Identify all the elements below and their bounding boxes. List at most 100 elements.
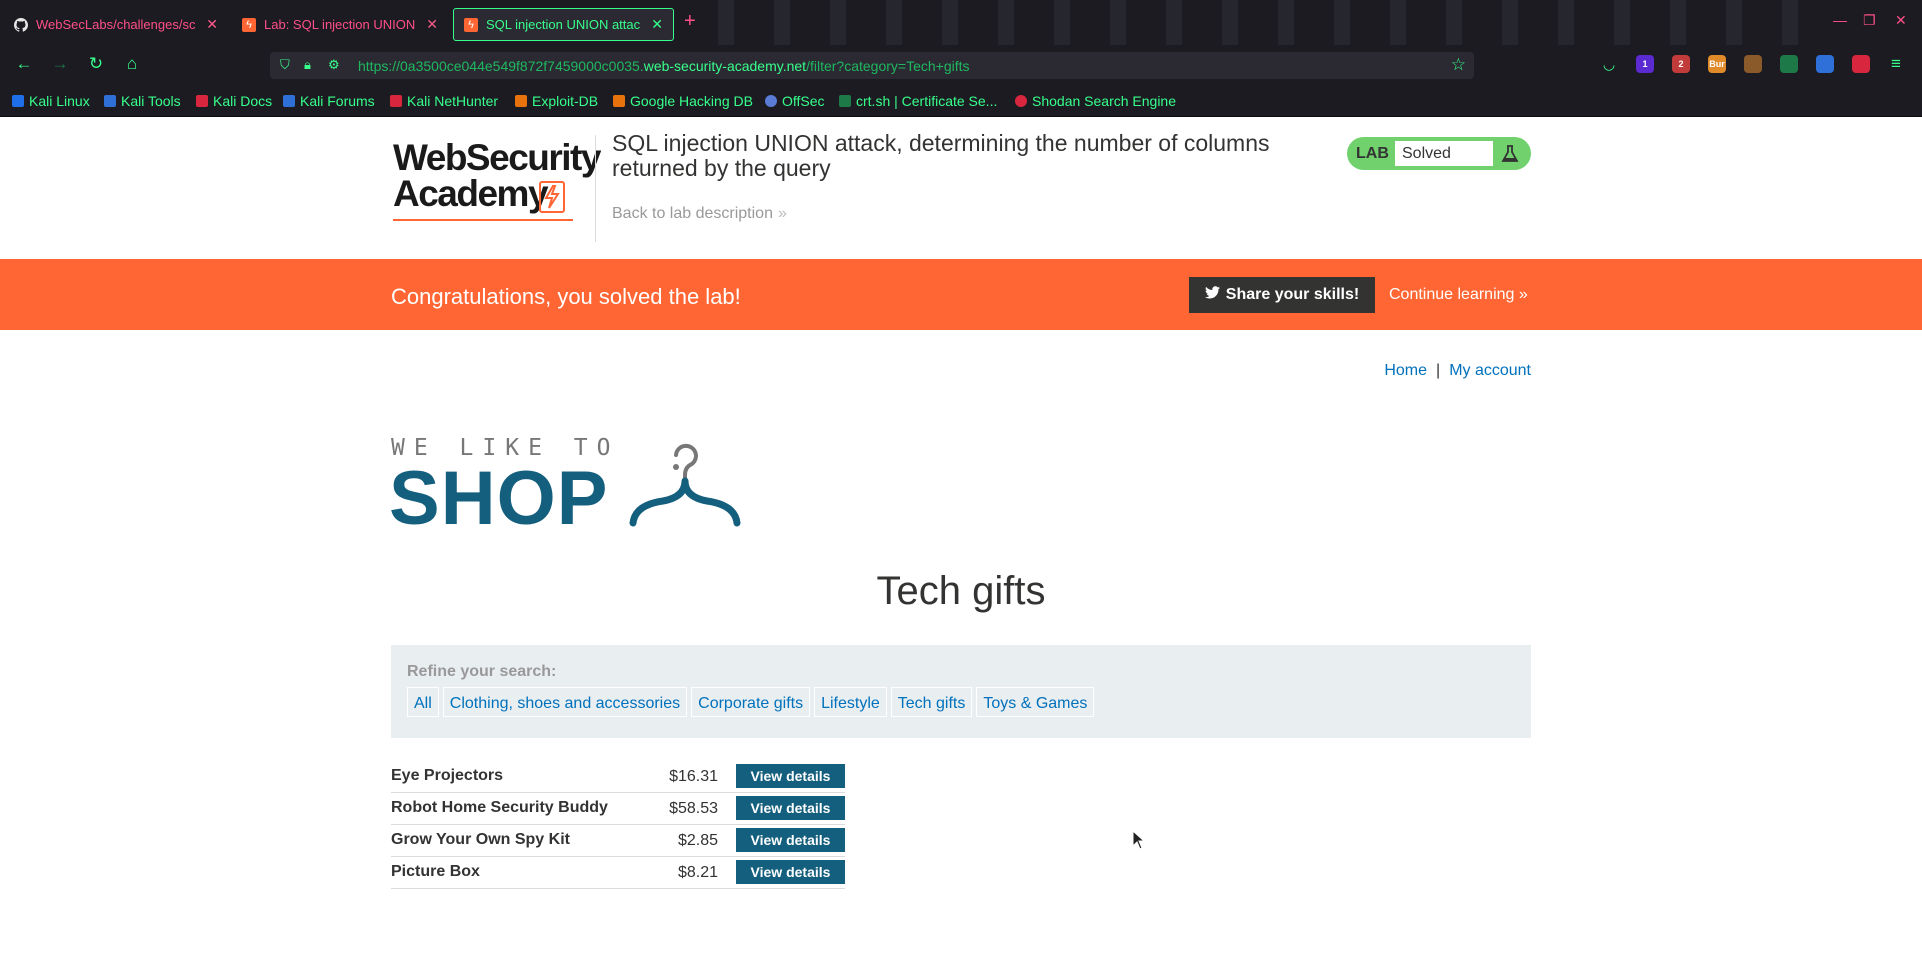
back-link-label: Back to lab description [612,205,773,222]
bookmark-label: Kali Tools [121,93,181,109]
wappalyzer-icon[interactable] [1780,55,1798,73]
bookmark-exploit-db[interactable]: Exploit-DB [515,93,598,109]
bookmark-star-icon[interactable]: ☆ [1451,55,1466,75]
back-arrow-icon[interactable]: ← [14,54,34,74]
category-filters: All Clothing, shoes and accessories Corp… [407,687,1095,717]
product-price: $8.21 [677,864,718,881]
bookmark-label: Kali Docs [213,93,273,109]
filter-corporate-gifts[interactable]: Corporate gifts [691,687,811,717]
bookmark-label: Kali Forums [300,93,375,109]
pocket-icon[interactable]: ◡ [1600,55,1618,73]
logo-line-2: Academy [393,173,549,214]
product-name: Robot Home Security Buddy [391,799,608,816]
filter-clothing[interactable]: Clothing, shoes and accessories [442,687,688,717]
burp-extension-icon[interactable]: Bur [1708,55,1726,73]
view-details-button[interactable]: View details [736,860,845,884]
view-details-button[interactable]: View details [736,764,845,788]
bookmark-crtsh[interactable]: crt.sh | Certificate Se... [839,93,997,109]
home-link[interactable]: Home [1384,362,1427,379]
flask-icon [1499,143,1521,165]
table-row: Eye Projectors $16.31 View details [391,761,845,793]
we-like-to-shop-logo[interactable]: WE LIKE TO SHOP [389,435,751,537]
lightning-icon [539,181,565,213]
extension-badge-2[interactable]: 2 [1672,55,1690,73]
product-name: Eye Projectors [391,767,504,784]
shodan-icon [1015,95,1027,107]
browser-navbar: ← → ↻ ⌂ ⛉ 🔒︎ ⚙ https://0a3500ce044e549f8… [0,45,1922,85]
minimize-icon[interactable]: — [1833,12,1847,28]
menu-icon[interactable]: ≡ [1886,54,1906,74]
close-window-icon[interactable]: ✕ [1895,12,1907,29]
bookmark-kali-forums[interactable]: Kali Forums [283,93,375,109]
bookmark-shodan[interactable]: Shodan Search Engine [1015,93,1176,109]
product-price: $58.53 [669,800,718,817]
url-domain: web-security-academy.net [643,58,807,74]
back-to-lab-description-link[interactable]: Back to lab description» [612,205,787,223]
foxyproxy-icon[interactable] [1744,55,1762,73]
kali-forums-icon [283,95,295,107]
continue-learning-link[interactable]: Continue learning » [1389,286,1528,304]
kali-tools-icon [104,95,116,107]
reload-icon[interactable]: ↻ [86,54,106,74]
url-path: /filter?category=Tech+gifts [806,58,970,74]
bookmark-label: Kali NetHunter [407,93,499,109]
table-row: Robot Home Security Buddy $58.53 View de… [391,793,845,825]
extension-badge-1[interactable]: 1 [1636,55,1654,73]
table-row: Grow Your Own Spy Kit $2.85 View details [391,825,845,857]
lock-icon[interactable]: 🔒︎ [304,57,311,73]
restore-icon[interactable]: ❐ [1863,12,1876,29]
exploit-db-icon [515,95,527,107]
tools-icon[interactable] [1816,55,1834,73]
filter-all[interactable]: All [407,687,439,717]
bookmark-label: Shodan Search Engine [1032,93,1176,109]
permissions-icon[interactable]: ⚙ [328,57,340,73]
url-text[interactable]: https://0a3500ce044e549f872f7459000c0035… [358,58,970,74]
bookmark-kali-tools[interactable]: Kali Tools [104,93,181,109]
lab-header: WebSecurity Academy SQL injection UNION … [0,117,1922,259]
bookmark-ghdb[interactable]: Google Hacking DB [613,93,753,109]
portswigger-icon: ϟ [242,17,256,32]
tab-lab-description[interactable]: ϟ Lab: SQL injection UNION ✕ [232,8,448,41]
close-icon[interactable]: ✕ [206,16,218,33]
shield-icon[interactable]: ⛉ [280,57,290,73]
web-security-academy-logo[interactable]: WebSecurity Academy [391,137,601,227]
tab-label: Lab: SQL injection UNION [264,17,416,32]
forward-arrow-icon[interactable]: → [50,54,70,74]
tab-label: WebSecLabs/challenges/sc [36,17,196,32]
filter-lifestyle[interactable]: Lifestyle [814,687,887,717]
bookmark-kali-nethunter[interactable]: Kali NetHunter [390,93,498,109]
tab-lab-active[interactable]: ϟ SQL injection UNION attac ✕ [453,8,674,41]
share-label: Share your skills! [1225,286,1360,303]
hack-tools-icon[interactable] [1852,55,1870,73]
close-icon[interactable]: ✕ [651,16,663,33]
view-details-button[interactable]: View details [736,796,845,820]
refine-search-panel: Refine your search: All Clothing, shoes … [391,645,1531,738]
hanger-icon [629,443,741,527]
congratulations-message: Congratulations, you solved the lab! [391,284,741,309]
product-price: $2.85 [677,832,718,849]
refine-label: Refine your search: [407,663,557,680]
continue-label: Continue learning [1389,286,1515,303]
portswigger-icon: ϟ [464,17,478,32]
top-navigation: Home | My account [1384,362,1531,380]
filter-toys-games[interactable]: Toys & Games [976,687,1095,717]
bookmark-kali-docs[interactable]: Kali Docs [196,93,272,109]
bookmark-offsec[interactable]: OffSec [765,93,825,109]
lab-title: SQL injection UNION attack, determining … [612,130,1270,181]
bookmark-label: OffSec [782,93,825,109]
url-bar[interactable]: ⛉ 🔒︎ ⚙ https://0a3500ce044e549f872f74590… [270,52,1474,79]
view-details-button[interactable]: View details [736,828,845,852]
home-icon[interactable]: ⌂ [122,54,142,74]
offsec-icon [765,95,777,107]
my-account-link[interactable]: My account [1449,362,1531,379]
tab-github[interactable]: WebSecLabs/challenges/sc ✕ [4,8,228,41]
lab-status-badge: LAB Solved [1347,137,1531,170]
nethunter-icon [390,95,402,107]
new-tab-button[interactable]: + [684,10,696,33]
github-icon [14,17,28,32]
share-skills-button[interactable]: Share your skills! [1189,277,1375,313]
bookmark-kali-linux[interactable]: Kali Linux [12,93,90,109]
bookmarks-bar: Kali Linux Kali Tools Kali Docs Kali For… [0,85,1922,117]
close-icon[interactable]: ✕ [426,16,438,33]
filter-tech-gifts[interactable]: Tech gifts [890,687,973,717]
